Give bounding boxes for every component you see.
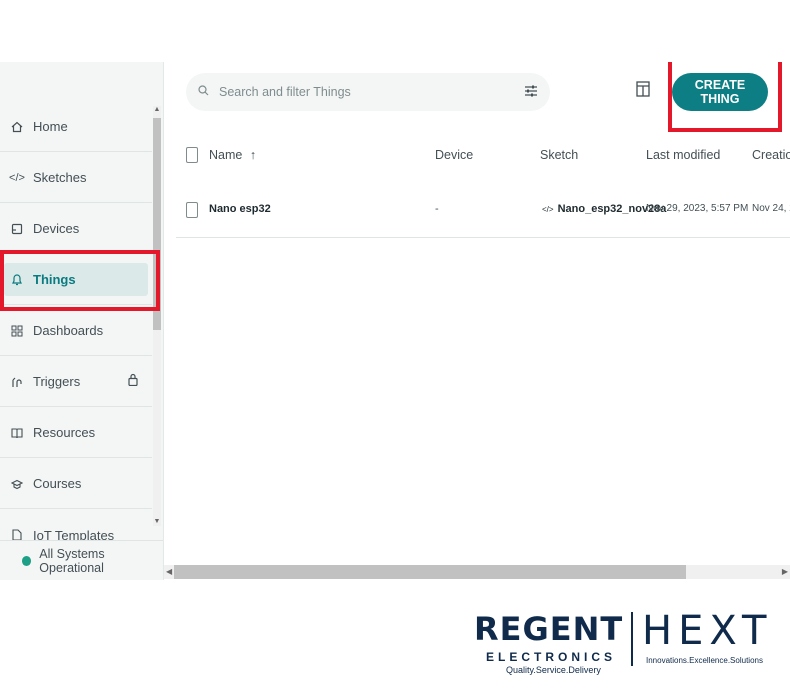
column-header-creation[interactable]: Creation: [752, 148, 790, 162]
home-icon: [10, 120, 24, 134]
main-content: CREATE THING Name ↑ Device Sketch Last m…: [164, 62, 790, 580]
horizontal-scrollbar[interactable]: ◀ ▶: [164, 565, 790, 579]
system-status[interactable]: All Systems Operational: [0, 540, 163, 580]
thing-device: -: [435, 203, 439, 215]
status-text: All Systems Operational: [39, 547, 105, 575]
sidebar-item-courses[interactable]: Courses: [0, 459, 152, 509]
sidebar: Home </> Sketches Devices Things Dashboa…: [0, 62, 164, 580]
row-checkbox[interactable]: [186, 202, 198, 218]
code-icon: </>: [9, 171, 25, 184]
sidebar-item-label: Sketches: [33, 170, 87, 185]
sidebar-item-dashboards[interactable]: Dashboards: [0, 306, 152, 356]
sidebar-item-label: Dashboards: [33, 323, 104, 338]
sidebar-item-iot-templates[interactable]: IoT Templates: [0, 510, 152, 540]
column-header-device[interactable]: Device: [435, 148, 473, 162]
status-dot-icon: [22, 556, 32, 566]
device-icon: [10, 222, 24, 236]
regent-electronics-text: ELECTRONICS: [486, 650, 617, 664]
columns-icon[interactable]: [636, 81, 650, 102]
scroll-left-icon[interactable]: ◀: [166, 567, 172, 576]
column-header-last-modified[interactable]: Last modified: [646, 148, 720, 162]
search-bar[interactable]: [186, 73, 550, 111]
lock-icon: [128, 373, 138, 389]
sidebar-item-triggers[interactable]: Triggers: [0, 357, 152, 407]
sidebar-item-label: IoT Templates: [33, 527, 115, 541]
sidebar-item-label: Home: [33, 119, 68, 134]
regent-logo: REGENT: [474, 610, 624, 648]
book-icon: [10, 426, 24, 440]
column-header-sketch[interactable]: Sketch: [540, 148, 578, 162]
scroll-right-icon[interactable]: ▶: [782, 567, 788, 576]
app-window: Home </> Sketches Devices Things Dashboa…: [0, 62, 790, 580]
hext-tagline: Innovations.Excellence.Solutions: [646, 656, 763, 665]
select-all-checkbox[interactable]: [186, 147, 198, 163]
search-input[interactable]: [217, 84, 521, 100]
thing-last-modified: Nov 29, 2023, 5:57 PM: [646, 203, 749, 214]
regent-tagline: Quality.Service.Delivery: [506, 665, 601, 675]
table-header: Name ↑ Device Sketch Last modified Creat…: [176, 132, 790, 178]
search-icon: [198, 85, 209, 99]
logo-divider: [631, 612, 633, 666]
dashboard-icon: [10, 324, 24, 338]
column-header-name[interactable]: Name ↑: [209, 148, 256, 162]
scroll-up-icon[interactable]: ▲: [153, 106, 161, 114]
trigger-icon: [10, 375, 24, 389]
horizontal-scroll-thumb[interactable]: [174, 565, 686, 579]
sidebar-item-sketches[interactable]: </> Sketches: [0, 153, 152, 203]
graduation-icon: [10, 477, 24, 491]
sidebar-scrollbar[interactable]: ▲ ▼: [153, 106, 161, 526]
sidebar-item-home[interactable]: Home: [0, 102, 152, 152]
template-icon: [10, 528, 24, 540]
filter-icon[interactable]: [524, 84, 538, 101]
scroll-down-icon[interactable]: ▼: [153, 518, 161, 526]
sidebar-item-label: Resources: [33, 425, 96, 440]
thing-creation: Nov 24, 2023: [752, 203, 790, 214]
sort-arrow-icon: ↑: [249, 148, 257, 162]
sidebar-item-label: Devices: [33, 221, 80, 236]
sidebar-item-devices[interactable]: Devices: [0, 204, 152, 254]
thing-name[interactable]: Nano esp32: [209, 203, 271, 215]
code-icon: </>: [542, 205, 554, 214]
sidebar-item-label: Courses: [33, 476, 82, 491]
hext-logo: HEXT: [642, 608, 773, 654]
sidebar-item-label: Triggers: [33, 374, 81, 389]
annotation-highlight-things: [0, 250, 160, 311]
table-row[interactable]: Nano esp32 - </> Nano_esp32_nov28a Nov 29…: [176, 178, 790, 238]
sidebar-item-resources[interactable]: Resources: [0, 408, 152, 458]
footer-logos: REGENT ELECTRONICS Quality.Service.Deliv…: [474, 608, 784, 680]
create-thing-button[interactable]: CREATE THING: [672, 73, 768, 111]
